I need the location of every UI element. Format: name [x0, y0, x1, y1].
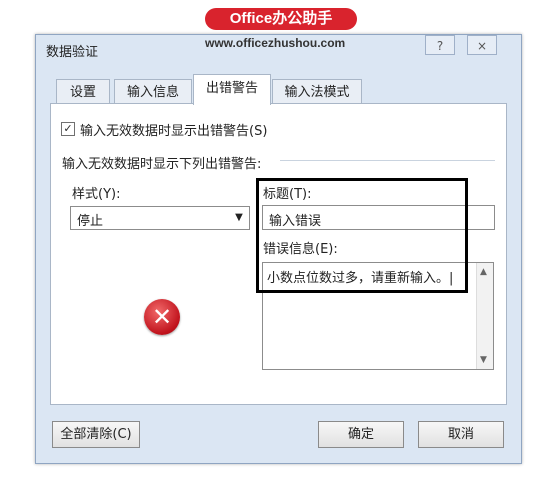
tab-ime-mode[interactable]: 输入法模式 [272, 79, 362, 104]
dialog-title: 数据验证 [46, 45, 99, 60]
clear-all-button[interactable]: 全部清除(C) [52, 421, 140, 448]
highlight-box [256, 178, 468, 293]
style-select-value: 停止 [77, 214, 104, 229]
style-select[interactable]: 停止 ▼ [70, 206, 250, 230]
section-separator [280, 160, 495, 161]
watermark-url: www.officezhushou.com [205, 36, 346, 50]
tab-input-message[interactable]: 输入信息 [114, 79, 192, 104]
style-label: 样式(Y): [72, 187, 121, 202]
section-label: 输入无效数据时显示下列出错警告: [62, 157, 262, 172]
show-error-checkbox[interactable]: ✓ [61, 122, 75, 136]
help-button[interactable]: ? [425, 35, 455, 55]
error-stop-icon: ✕ [144, 299, 180, 335]
show-error-checkbox-label[interactable]: 输入无效数据时显示出错警告(S) [80, 120, 267, 139]
chevron-down-icon[interactable]: ▼ [229, 207, 249, 229]
ok-button[interactable]: 确定 [318, 421, 404, 448]
tab-settings[interactable]: 设置 [56, 79, 110, 104]
scroll-down-icon[interactable]: ▼ [480, 355, 487, 365]
scroll-up-icon[interactable]: ▲ [480, 267, 487, 277]
close-button[interactable]: × [467, 35, 497, 55]
cancel-button[interactable]: 取消 [418, 421, 504, 448]
watermark-banner: Office办公助手 [205, 8, 357, 30]
tab-error-alert[interactable]: 出错警告 [193, 74, 271, 105]
textarea-scrollbar[interactable]: ▲ ▼ [476, 263, 493, 369]
